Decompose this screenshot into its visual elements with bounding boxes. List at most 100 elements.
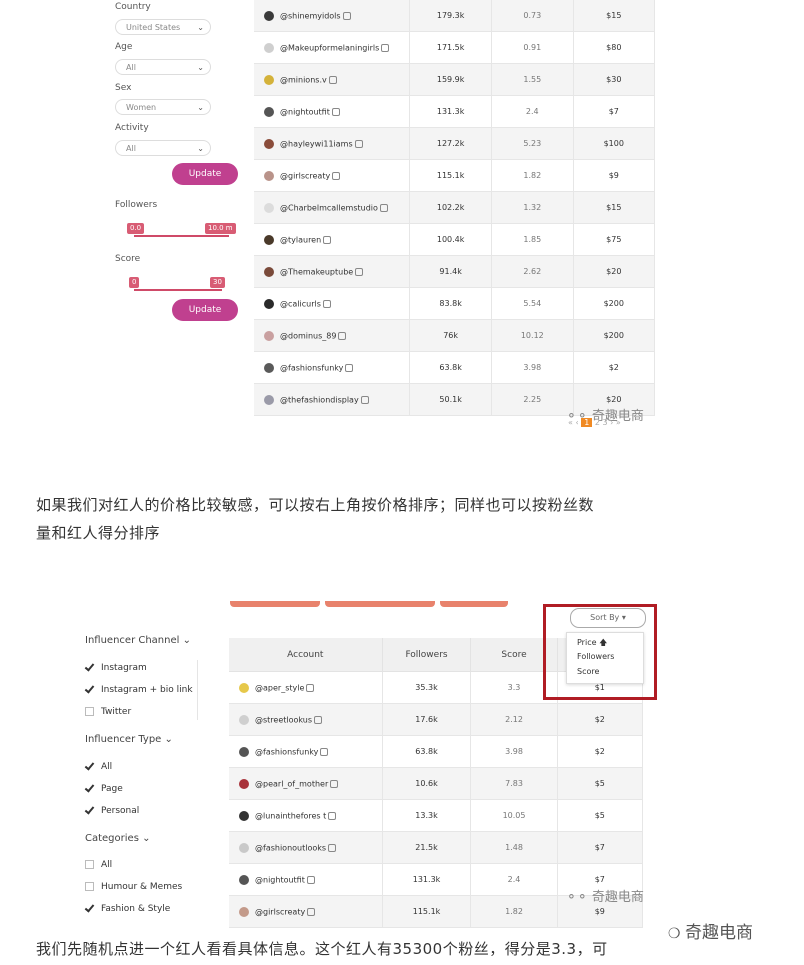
checkbox[interactable]: [85, 882, 94, 891]
table-row[interactable]: @fashionsfunky 63.8k 3.98 $2: [254, 351, 656, 384]
age-select[interactable]: All ⌄: [115, 59, 211, 75]
table-row[interactable]: @lunainthefores t 13.3k 10.05 $5: [229, 799, 644, 832]
followers-max-handle[interactable]: 10.0 m: [205, 223, 236, 234]
account-cell[interactable]: @girlscreaty: [229, 895, 383, 928]
account-handle[interactable]: @pearl_of_mother: [255, 779, 328, 788]
followers-range-track[interactable]: [134, 235, 229, 237]
account-cell[interactable]: @nightoutfit: [229, 863, 383, 896]
account-handle[interactable]: @minions.v: [280, 75, 327, 84]
checkbox[interactable]: [85, 806, 94, 815]
account-cell[interactable]: @hayleywi11iams: [254, 127, 411, 160]
score-min-handle[interactable]: 0: [129, 277, 140, 288]
table-row[interactable]: @Themakeuptube 91.4k 2.62 $20: [254, 255, 656, 288]
filter-chip[interactable]: [230, 601, 320, 607]
account-cell[interactable]: @Themakeuptube: [254, 255, 411, 288]
filter-chip[interactable]: [325, 601, 435, 607]
table-row[interactable]: @fashionoutlooks 21.5k 1.48 $7: [229, 831, 644, 864]
table-row[interactable]: @nightoutfit 131.3k 2.4 $7: [254, 95, 656, 128]
account-cell[interactable]: @girlscreaty: [254, 159, 411, 192]
account-handle[interactable]: @aper_style: [255, 683, 304, 692]
account-cell[interactable]: @tylauren: [254, 223, 411, 256]
checkbox-item[interactable]: Instagram + bio link: [85, 685, 193, 695]
account-handle[interactable]: @girlscreaty: [255, 907, 305, 916]
account-handle[interactable]: @fashionsfunky: [280, 363, 343, 372]
table-row[interactable]: @dominus_89 76k 10.12 $200: [254, 319, 656, 352]
account-handle[interactable]: @tylauren: [280, 235, 321, 244]
checkbox-item[interactable]: Page: [85, 784, 123, 794]
table-row[interactable]: @girlscreaty 115.1k 1.82 $9: [254, 159, 656, 192]
account-handle[interactable]: @nightoutfit: [280, 107, 330, 116]
account-handle[interactable]: @Charbelmcallemstudio: [280, 203, 378, 212]
table-row[interactable]: @tylauren 100.4k 1.85 $75: [254, 223, 656, 256]
update-button[interactable]: Update: [172, 163, 238, 185]
checkbox-item[interactable]: All: [85, 860, 112, 870]
account-handle[interactable]: @calicurls: [280, 299, 321, 308]
checkbox-item[interactable]: Instagram: [85, 663, 147, 673]
checkbox[interactable]: [85, 904, 94, 913]
account-cell[interactable]: @calicurls: [254, 287, 411, 320]
account-cell[interactable]: @fashionsfunky: [254, 351, 411, 384]
account-cell[interactable]: @nightoutfit: [254, 95, 411, 128]
checkbox-item[interactable]: Fashion & Style: [85, 904, 170, 914]
table-row[interactable]: @fashionsfunky 63.8k 3.98 $2: [229, 735, 644, 768]
account-cell[interactable]: @Makeupformelaningirls: [254, 31, 411, 64]
sort-option-followers[interactable]: Followers: [567, 649, 643, 664]
account-cell[interactable]: @fashionoutlooks: [229, 831, 383, 864]
checkbox[interactable]: [85, 762, 94, 771]
account-handle[interactable]: @fashionoutlooks: [255, 843, 326, 852]
table-row[interactable]: @shinemyidols 179.3k 0.73 $15: [254, 0, 656, 32]
account-handle[interactable]: @streetlookus: [255, 715, 312, 724]
account-cell[interactable]: @minions.v: [254, 63, 411, 96]
table-row[interactable]: @Charbelmcallemstudio 102.2k 1.32 $15: [254, 191, 656, 224]
account-handle[interactable]: @hayleywi11iams: [280, 139, 353, 148]
influencer-type-heading[interactable]: Influencer Type ⌄: [85, 734, 173, 745]
table-row[interactable]: @calicurls 83.8k 5.54 $200: [254, 287, 656, 320]
account-handle[interactable]: @shinemyidols: [280, 11, 341, 20]
account-cell[interactable]: @pearl_of_mother: [229, 767, 383, 800]
account-handle[interactable]: @lunainthefores t: [255, 811, 326, 820]
country-select[interactable]: United States ⌄: [115, 19, 211, 35]
pagination[interactable]: « ‹ 1 2 3 › »: [568, 418, 621, 427]
activity-select[interactable]: All ⌄: [115, 140, 211, 156]
table-row[interactable]: @minions.v 159.9k 1.55 $30: [254, 63, 656, 96]
categories-heading[interactable]: Categories ⌄: [85, 833, 150, 844]
score-range-track[interactable]: [134, 289, 222, 291]
account-handle[interactable]: @Makeupformelaningirls: [280, 43, 379, 52]
checkbox-item[interactable]: Humour & Memes: [85, 882, 182, 892]
pagination-next[interactable]: › »: [610, 418, 621, 427]
table-row[interactable]: @streetlookus 17.6k 2.12 $2: [229, 703, 644, 736]
checkbox-item[interactable]: Twitter: [85, 707, 131, 717]
account-handle[interactable]: @thefashiondisplay: [280, 395, 359, 404]
table-row[interactable]: @hayleywi11iams 127.2k 5.23 $100: [254, 127, 656, 160]
account-cell[interactable]: @dominus_89: [254, 319, 411, 352]
account-cell[interactable]: @streetlookus: [229, 703, 383, 736]
account-cell[interactable]: @shinemyidols: [254, 0, 411, 32]
score-max-handle[interactable]: 30: [210, 277, 225, 288]
checkbox-item[interactable]: Personal: [85, 806, 139, 816]
account-cell[interactable]: @thefashiondisplay: [254, 383, 411, 416]
sort-by-button[interactable]: Sort By ▾: [570, 608, 646, 628]
checkbox[interactable]: [85, 663, 94, 672]
followers-column-header[interactable]: Followers: [382, 638, 472, 672]
filter-chip[interactable]: [440, 601, 508, 607]
influencer-channel-heading[interactable]: Influencer Channel ⌄: [85, 635, 191, 646]
sex-select[interactable]: Women ⌄: [115, 99, 211, 115]
checkbox[interactable]: [85, 784, 94, 793]
pagination-pages[interactable]: 2 3: [595, 418, 608, 427]
checkbox[interactable]: [85, 707, 94, 716]
followers-min-handle[interactable]: 0.0: [127, 223, 145, 234]
sort-option-score[interactable]: Score: [567, 664, 643, 679]
table-row[interactable]: @Makeupformelaningirls 171.5k 0.91 $80: [254, 31, 656, 64]
update-button-2[interactable]: Update: [172, 299, 238, 321]
checkbox[interactable]: [85, 860, 94, 869]
checkbox-item[interactable]: All: [85, 762, 112, 772]
account-cell[interactable]: @aper_style: [229, 671, 383, 704]
account-handle[interactable]: @fashionsfunky: [255, 747, 318, 756]
account-handle[interactable]: @girlscreaty: [280, 171, 330, 180]
account-handle[interactable]: @nightoutfit: [255, 875, 305, 884]
account-cell[interactable]: @fashionsfunky: [229, 735, 383, 768]
table-row[interactable]: @pearl_of_mother 10.6k 7.83 $5: [229, 767, 644, 800]
pagination-current[interactable]: 1: [581, 418, 593, 427]
account-cell[interactable]: @lunainthefores t: [229, 799, 383, 832]
sort-option-price[interactable]: Price 🡅: [567, 633, 643, 649]
